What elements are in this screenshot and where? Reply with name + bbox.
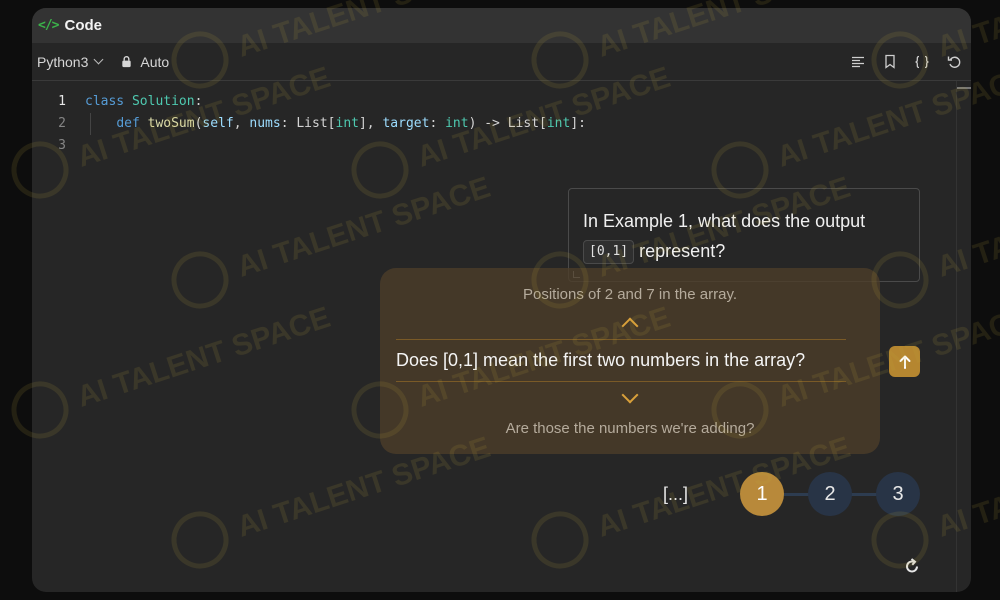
- code-token: target: [382, 116, 430, 131]
- code-token: :: [429, 116, 446, 131]
- line-number: 2: [58, 116, 66, 131]
- refresh-icon[interactable]: [902, 556, 922, 576]
- lock-icon: [122, 55, 132, 68]
- code-line[interactable]: class Solution:: [85, 91, 586, 113]
- code-token: Solution: [131, 94, 195, 109]
- code-token: ,: [233, 116, 250, 131]
- panel-title: Code: [64, 17, 102, 34]
- question-text: In Example 1, what does the output: [583, 211, 866, 231]
- toolbar-actions: [849, 53, 971, 71]
- code-token: twoSum: [147, 116, 195, 131]
- page-3-button[interactable]: 3: [876, 472, 920, 516]
- undo-icon[interactable]: [945, 53, 963, 71]
- code-token: def: [116, 116, 148, 131]
- code-token: int: [445, 116, 469, 131]
- code-token: ) -> List[: [468, 116, 547, 131]
- previous-suggestion[interactable]: Positions of 2 and 7 in the array.: [380, 286, 880, 303]
- page-2-button[interactable]: 2: [808, 472, 852, 516]
- auto-mode-label: Auto: [140, 53, 170, 70]
- chevron-up-icon[interactable]: [621, 317, 639, 335]
- line-numbers: 1 2 3: [32, 91, 66, 157]
- code-token: self: [202, 116, 234, 131]
- format-icon[interactable]: [849, 53, 867, 71]
- code-line[interactable]: [85, 135, 586, 157]
- code-token: nums: [249, 116, 281, 131]
- pager-ellipsis[interactable]: [...]: [663, 484, 688, 505]
- code-token: :: [194, 94, 203, 109]
- code-line[interactable]: def twoSum(self, nums: List[int], target…: [85, 113, 586, 135]
- current-suggestion[interactable]: Does [0,1] mean the first two numbers in…: [396, 350, 805, 371]
- braces-icon[interactable]: [913, 53, 931, 71]
- divider: [396, 381, 846, 382]
- panel-header: </> Code: [32, 8, 971, 43]
- code-token: int: [335, 116, 359, 131]
- line-number: 1: [58, 94, 66, 109]
- code-lines[interactable]: class Solution: def twoSum(self, nums: L…: [85, 91, 586, 157]
- divider: [396, 339, 846, 340]
- auto-mode-toggle[interactable]: Auto: [120, 54, 169, 70]
- send-button[interactable]: [889, 346, 920, 377]
- next-suggestion[interactable]: Are those the numbers we're adding?: [380, 420, 880, 437]
- question-inline-code: [0,1]: [583, 240, 635, 265]
- code-token: ],: [358, 116, 383, 131]
- chevron-down-icon[interactable]: [621, 386, 639, 404]
- line-number: 3: [58, 138, 66, 153]
- page-1-button[interactable]: 1: [740, 472, 784, 516]
- code-token: ]:: [570, 116, 586, 131]
- suggestion-picker: Positions of 2 and 7 in the array. Does …: [380, 268, 880, 454]
- code-token: class: [85, 94, 132, 109]
- language-label: Python3: [37, 53, 89, 70]
- chevron-down-icon: [93, 54, 104, 65]
- scrollbar-thumb[interactable]: [957, 87, 971, 89]
- bookmark-icon[interactable]: [881, 53, 899, 71]
- language-select[interactable]: Python3: [37, 53, 104, 70]
- arrow-up-icon: [899, 355, 910, 369]
- editor-toolbar: Python3 Auto: [32, 43, 971, 81]
- editor-scrollbar[interactable]: [956, 81, 971, 592]
- code-token: int: [546, 116, 571, 131]
- code-icon: </>: [38, 18, 60, 33]
- question-text-end: represent?: [639, 241, 726, 261]
- code-token: : List[: [280, 116, 336, 131]
